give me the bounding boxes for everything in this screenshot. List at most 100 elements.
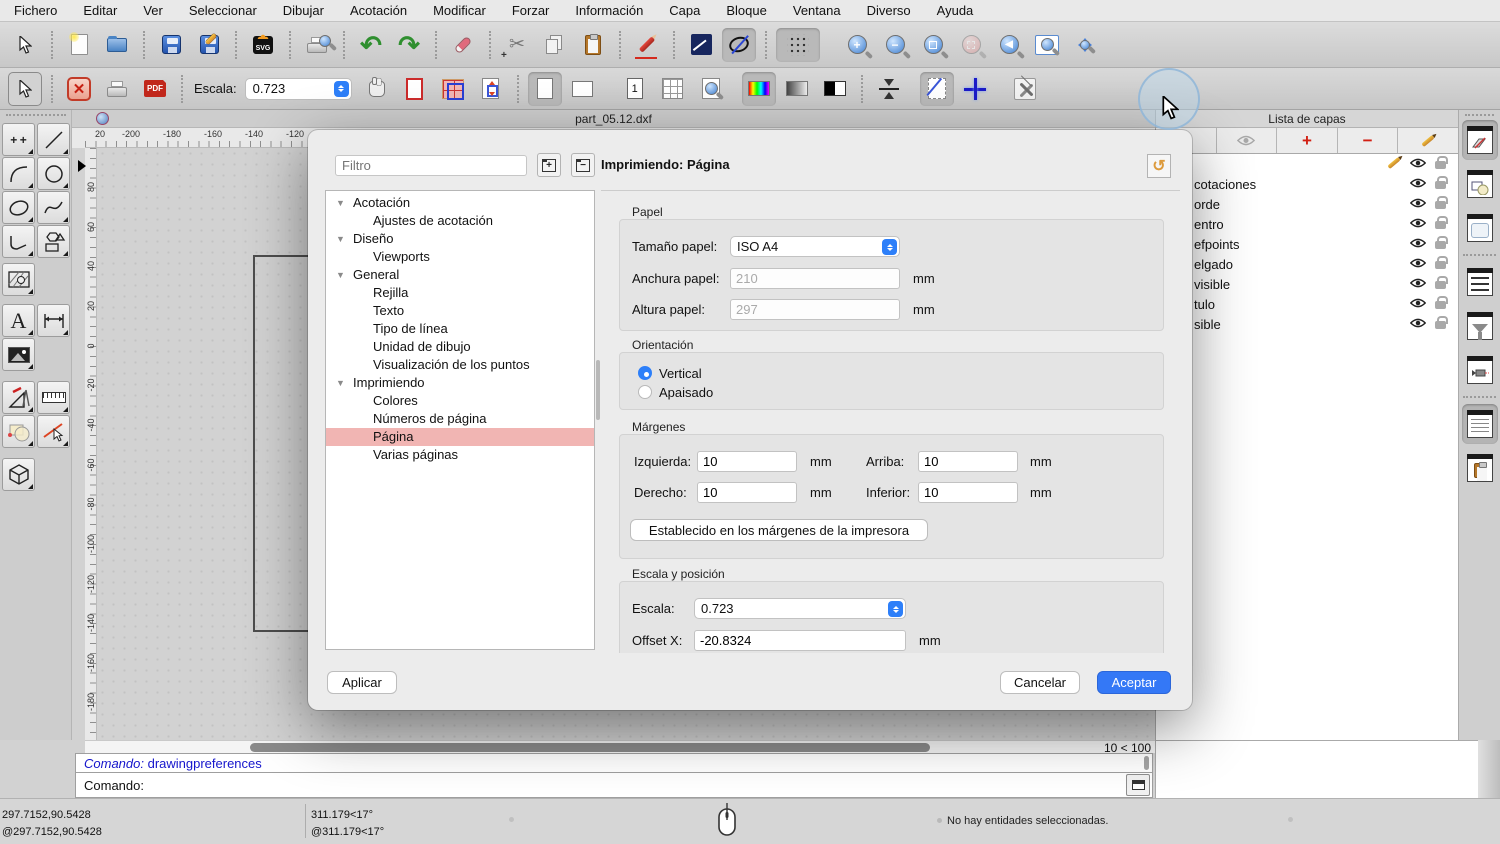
dock-clipboard-button[interactable] bbox=[1462, 448, 1498, 488]
text-tool-button[interactable]: A bbox=[2, 304, 35, 337]
paper-size-combobox[interactable]: ISO A4 bbox=[730, 236, 900, 257]
tree-item-visualizacion-de-los-puntos[interactable]: Visualización de los puntos bbox=[326, 356, 594, 374]
zoom-in-button[interactable]: + bbox=[840, 28, 874, 62]
zoom-auto-button[interactable] bbox=[916, 28, 950, 62]
menu-modificar[interactable]: Modificar bbox=[433, 3, 486, 18]
tree-item-colores[interactable]: Colores bbox=[326, 392, 594, 410]
tree-item-imprimiendo[interactable]: ▼ Imprimiendo bbox=[326, 374, 594, 392]
menu-capa[interactable]: Capa bbox=[669, 3, 700, 18]
remove-layer-button[interactable]: − bbox=[1338, 128, 1399, 153]
solid-3d-button[interactable] bbox=[2, 458, 35, 491]
zoom-pan-button[interactable] bbox=[1068, 28, 1102, 62]
eye-icon[interactable] bbox=[1410, 318, 1426, 328]
menu-seleccionar[interactable]: Seleccionar bbox=[189, 3, 257, 18]
content-scrollbar[interactable] bbox=[596, 360, 600, 420]
fit-to-page-button[interactable] bbox=[474, 72, 508, 106]
printer-margins-button[interactable]: Establecido en los márgenes de la impres… bbox=[630, 519, 928, 541]
ellipse-tool-button-left[interactable] bbox=[2, 191, 35, 224]
close-print-preview-button[interactable]: ✕ bbox=[62, 72, 96, 106]
redo-button[interactable]: ↷ bbox=[392, 28, 426, 62]
chevron-down-icon[interactable]: ▼ bbox=[336, 194, 345, 212]
apply-button[interactable]: Aplicar bbox=[327, 671, 397, 694]
tree-item-viewports[interactable]: Viewports bbox=[326, 248, 594, 266]
svg-export-button[interactable]: SVG bbox=[246, 28, 280, 62]
eye-icon[interactable] bbox=[1410, 158, 1426, 168]
tree-item-acotacion[interactable]: ▼ Acotación bbox=[326, 194, 594, 212]
zoom-out-button[interactable]: − bbox=[878, 28, 912, 62]
tree-item-diseno[interactable]: ▼ Diseño bbox=[326, 230, 594, 248]
dock-handle[interactable] bbox=[1465, 114, 1494, 116]
canvas-horizontal-scrollbar[interactable]: 10 < 100 bbox=[85, 740, 1155, 755]
chevron-down-icon[interactable]: ▼ bbox=[336, 230, 345, 248]
hatch-tool-button[interactable] bbox=[2, 263, 35, 296]
dock-block-list-button[interactable] bbox=[1462, 164, 1498, 204]
tiled-pages-button[interactable] bbox=[436, 72, 470, 106]
landscape-radio[interactable] bbox=[638, 385, 652, 399]
print-button[interactable] bbox=[100, 72, 134, 106]
eye-icon[interactable] bbox=[1410, 278, 1426, 288]
lock-icon[interactable] bbox=[1435, 296, 1448, 309]
menu-informacion[interactable]: Información bbox=[575, 3, 643, 18]
tree-item-pagina-selected[interactable]: Página bbox=[326, 428, 594, 446]
eye-icon[interactable] bbox=[1410, 298, 1426, 308]
vertical-radio[interactable] bbox=[638, 366, 652, 380]
line-tool-button-left[interactable] bbox=[37, 123, 70, 156]
collapse-all-button[interactable]: − bbox=[571, 153, 595, 177]
selection-cursor-button-2[interactable] bbox=[8, 71, 42, 106]
lock-icon[interactable] bbox=[1435, 216, 1448, 229]
zoom-page-button[interactable] bbox=[694, 72, 728, 106]
lock-icon[interactable] bbox=[1435, 236, 1448, 249]
layer-visibility-button[interactable] bbox=[1217, 128, 1278, 153]
menu-editar[interactable]: Editar bbox=[83, 3, 117, 18]
arc-tool-button[interactable] bbox=[2, 157, 35, 190]
multi-page-grid-button[interactable] bbox=[656, 72, 690, 106]
filter-input[interactable] bbox=[335, 155, 527, 176]
margin-bottom-input[interactable] bbox=[918, 482, 1018, 503]
expand-all-button[interactable]: + bbox=[537, 153, 561, 177]
layer-row[interactable]: cotaciones bbox=[1156, 174, 1458, 194]
command-dock-button[interactable] bbox=[1126, 774, 1150, 796]
ok-button[interactable]: Aceptar bbox=[1097, 671, 1171, 694]
layer-row[interactable]: tulo bbox=[1156, 294, 1458, 314]
eye-icon[interactable] bbox=[1410, 198, 1426, 208]
margin-top-input[interactable] bbox=[918, 451, 1018, 472]
dock-layer-list-button[interactable] bbox=[1461, 120, 1498, 160]
dimension-tool-button[interactable] bbox=[37, 304, 70, 337]
pan-hand-button[interactable] bbox=[360, 72, 394, 106]
spline-tool-button[interactable] bbox=[37, 191, 70, 224]
menu-dibujar[interactable]: Dibujar bbox=[283, 3, 324, 18]
trim-tool-button[interactable] bbox=[37, 415, 70, 448]
scale-combobox[interactable]: 0.723 bbox=[694, 598, 906, 619]
tree-item-texto[interactable]: Texto bbox=[326, 302, 594, 320]
layer-row[interactable]: orde bbox=[1156, 194, 1458, 214]
zoom-selection-button[interactable] bbox=[954, 28, 988, 62]
print-preview-button[interactable] bbox=[300, 28, 334, 62]
tree-item-ajustes-de-acotacion[interactable]: Ajustes de acotación bbox=[326, 212, 594, 230]
scale-combobox[interactable]: 0.723 bbox=[244, 77, 352, 100]
eye-icon[interactable] bbox=[1410, 238, 1426, 248]
menu-fichero[interactable]: Fichero bbox=[14, 3, 57, 18]
copy-button[interactable] bbox=[538, 28, 572, 62]
draw-pencil-button[interactable] bbox=[630, 28, 664, 62]
polyline-tool-button[interactable] bbox=[2, 225, 35, 258]
single-page-button[interactable]: 1 bbox=[618, 72, 652, 106]
image-tool-button[interactable] bbox=[2, 338, 35, 371]
tree-item-unidad-de-dibujo[interactable]: Unidad de dibujo bbox=[326, 338, 594, 356]
scrollbar-thumb[interactable] bbox=[250, 743, 930, 752]
grid-snap-button[interactable] bbox=[776, 27, 820, 62]
pdf-export-button[interactable]: PDF bbox=[138, 72, 172, 106]
dock-entity-list-button[interactable] bbox=[1462, 262, 1498, 302]
chevron-down-icon[interactable]: ▼ bbox=[336, 266, 345, 284]
layer-row[interactable]: efpoints bbox=[1156, 234, 1458, 254]
cut-button[interactable]: ✂ + bbox=[500, 28, 534, 62]
landscape-radio-label[interactable]: Apaisado bbox=[659, 385, 713, 400]
landscape-button[interactable] bbox=[566, 72, 600, 106]
tree-item-varias-paginas[interactable]: Varias páginas bbox=[326, 446, 594, 464]
draft-mode-button[interactable] bbox=[919, 71, 954, 106]
lock-icon[interactable] bbox=[1435, 256, 1448, 269]
edit-layer-button[interactable] bbox=[1398, 128, 1458, 153]
lock-icon[interactable] bbox=[1435, 176, 1448, 189]
drafting-tools-button[interactable] bbox=[2, 381, 35, 414]
command-input[interactable] bbox=[143, 773, 1126, 797]
dock-library-browser-button[interactable] bbox=[1462, 208, 1498, 248]
